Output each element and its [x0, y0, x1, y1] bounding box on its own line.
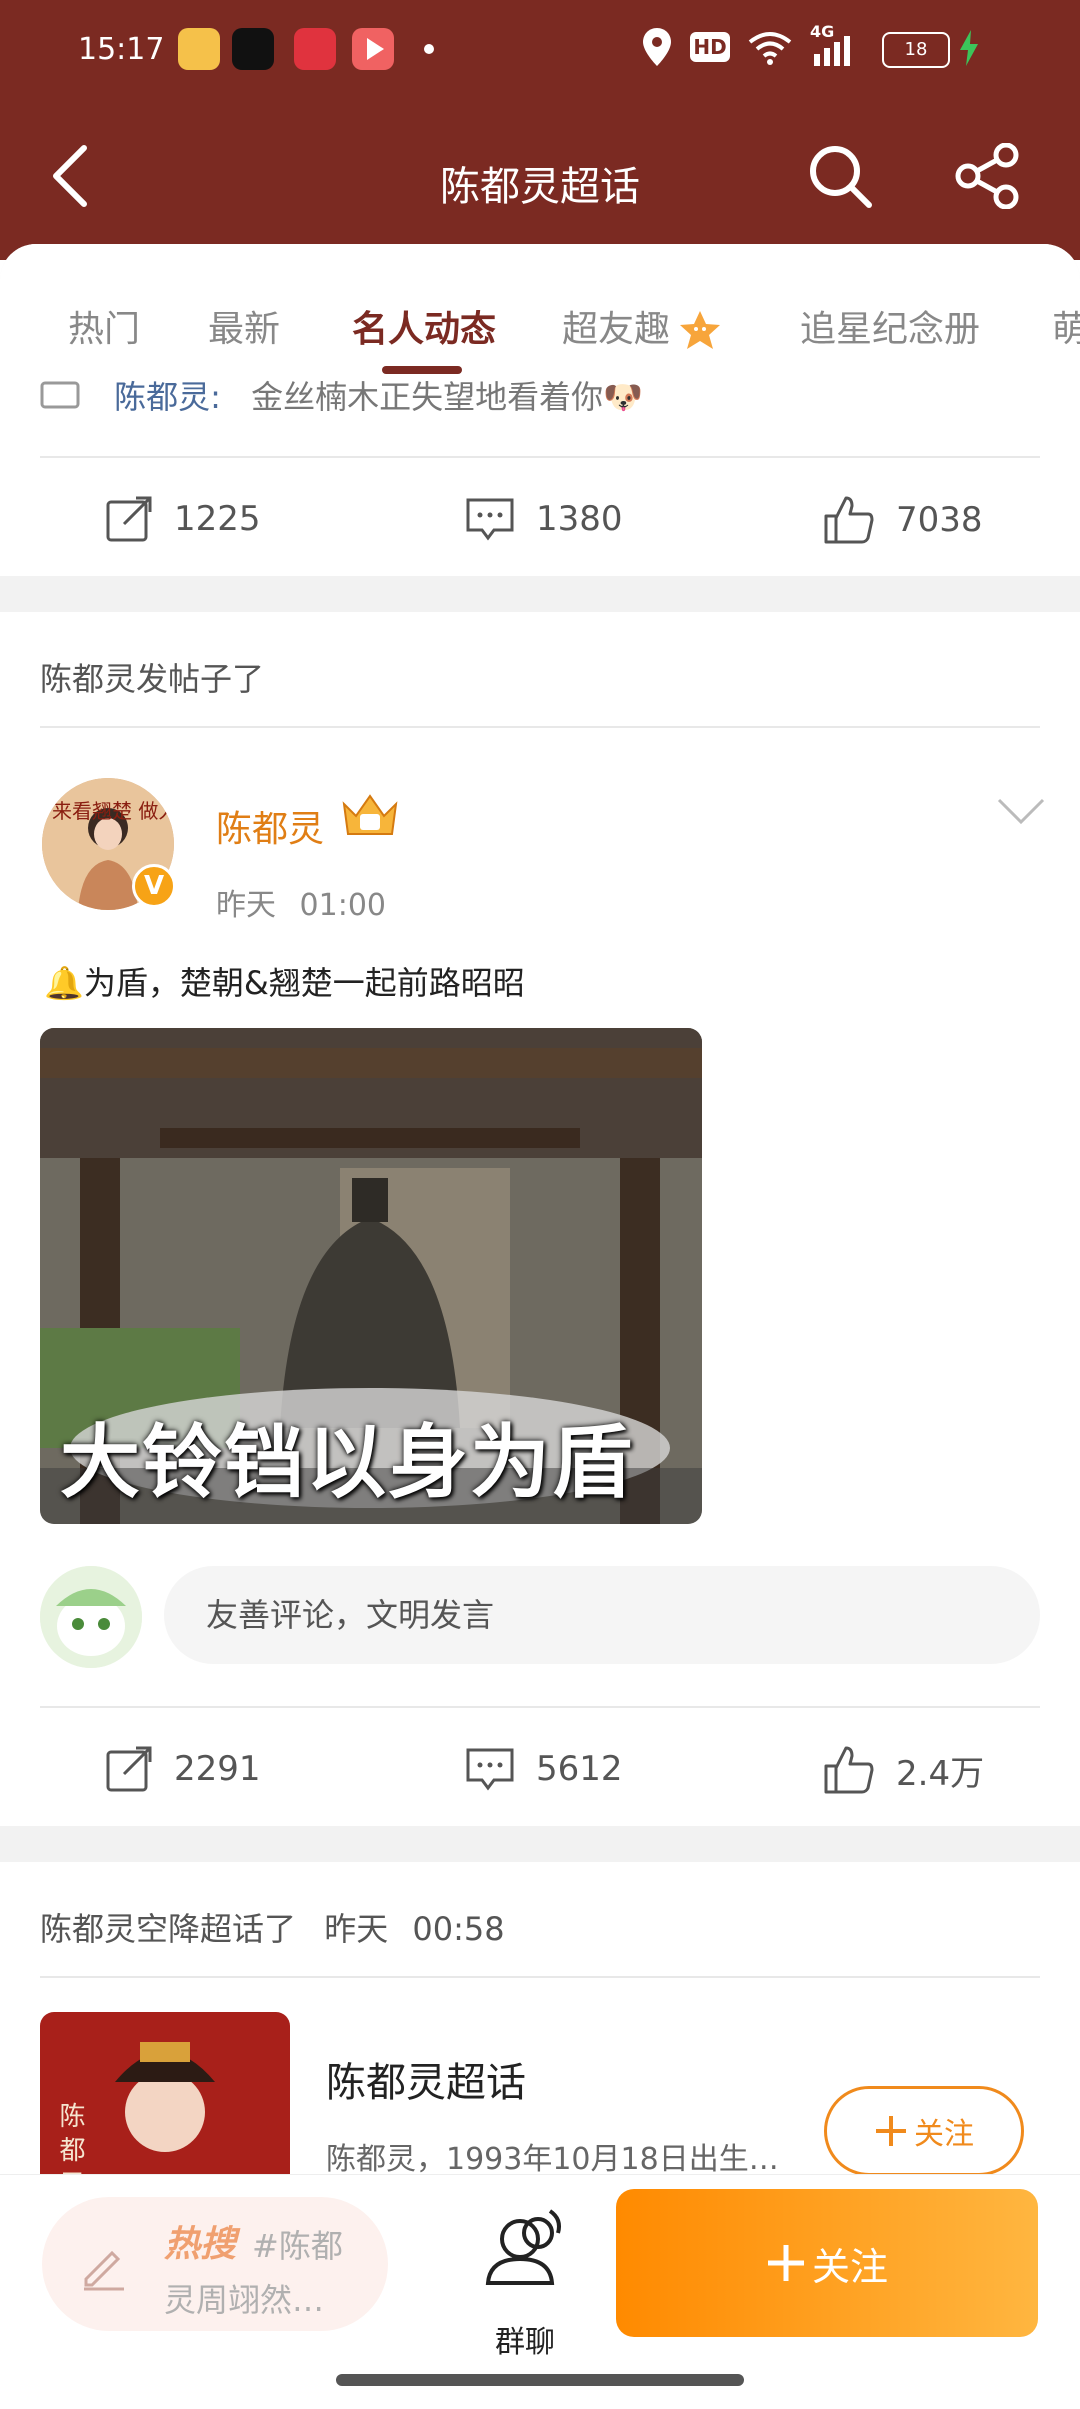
snippet-text: 金丝楠木正失望地看着你🐶	[251, 378, 643, 416]
like-action[interactable]: 2.4万	[822, 1744, 984, 1796]
post-image[interactable]: 大铃铛以身为盾	[40, 1028, 702, 1524]
post-time: 昨天 01:00	[216, 880, 386, 924]
post-text: 🔔为盾，楚朝&翘楚一起前路昭昭	[44, 964, 525, 1002]
topic-card-title[interactable]: 陈都灵超话	[326, 2050, 526, 2108]
topic-cover-text: 陈 都 灵	[55, 2102, 85, 2174]
post-username[interactable]: 陈都灵	[216, 800, 324, 852]
like-icon	[824, 496, 874, 544]
hot-search-tag-line1: #陈都	[252, 2227, 343, 2265]
notification-dot	[424, 44, 434, 54]
my-avatar[interactable]	[40, 1566, 142, 1668]
xiaohongshu-app-icon	[294, 28, 336, 70]
divider	[40, 1706, 1040, 1708]
plus-icon	[876, 2116, 906, 2146]
wifi-icon	[748, 32, 792, 65]
topic-section-text: 陈都灵空降超话了	[40, 1910, 297, 1948]
previous-post-snippet[interactable]: 陈都灵: 金丝楠木正失望地看着你🐶	[40, 372, 1040, 422]
charging-icon	[960, 30, 978, 66]
comment-bubble-icon	[40, 381, 80, 409]
home-indicator[interactable]	[336, 2374, 744, 2386]
pen-icon	[84, 2250, 124, 2291]
status-bar: 15:17 HD 4G 18	[0, 22, 1080, 76]
comment-count: 1380	[536, 499, 623, 539]
repost-action[interactable]: 2291	[104, 1744, 261, 1794]
verified-badge: V	[132, 864, 176, 908]
divider	[40, 456, 1040, 458]
like-count: 2.4万	[896, 1753, 985, 1794]
repost-icon	[106, 496, 152, 542]
group-chat-button[interactable]: 群聊	[470, 2193, 580, 2373]
comment-input[interactable]: 友善评论，文明发言	[164, 1566, 1040, 1664]
star-icon	[680, 311, 721, 349]
signal-icon: 4G	[810, 22, 858, 68]
tab-celebrity-updates[interactable]: 名人动态	[352, 300, 496, 352]
topic-section-title: 陈都灵空降超话了 昨天 00:58	[40, 1904, 505, 1950]
like-count: 7038	[896, 500, 983, 540]
post-time-day: 昨天	[216, 888, 276, 923]
search-icon	[810, 146, 872, 208]
battery-indicator: 18	[882, 32, 950, 68]
image-caption: 大铃铛以身为盾	[60, 1416, 634, 1509]
compose-box[interactable]: 热搜 #陈都 灵周翊然…	[42, 2197, 388, 2331]
top-header: 15:17 HD 4G 18 陈都灵超话	[0, 0, 1080, 260]
tab-super-fun-label: 超友趣	[562, 309, 671, 350]
verified-icon: V	[143, 871, 165, 901]
search-button[interactable]	[800, 136, 880, 216]
repost-count: 2291	[174, 1749, 261, 1789]
divider	[40, 1976, 1040, 1978]
snippet-author: 陈都灵:	[114, 378, 221, 416]
like-icon	[824, 1746, 874, 1794]
topic-time-clock: 00:58	[412, 1910, 505, 1948]
topic-follow-button[interactable]: 关注	[824, 2086, 1024, 2176]
location-icon	[643, 28, 671, 66]
tab-cute[interactable]: 萌	[1052, 300, 1080, 352]
repost-icon	[106, 1746, 152, 1792]
follow-button[interactable]: 关注	[616, 2189, 1038, 2337]
avatar-text: 来看翘楚 做人中	[52, 799, 174, 823]
comment-action[interactable]: 1380	[464, 494, 623, 544]
follow-label: 关注	[811, 2244, 888, 2289]
topic-card-desc: 陈都灵，1993年10月18日出生…	[326, 2142, 779, 2177]
tab-bar: 热门 最新 名人动态 超友趣 追星纪念册 萌	[0, 244, 1080, 374]
group-chat-icon	[485, 2209, 561, 2285]
tab-hot[interactable]: 热门	[68, 300, 140, 352]
weibo-app-icon	[178, 28, 220, 70]
hot-search-tag-line2: 灵周翊然…	[164, 2281, 325, 2319]
repost-count: 1225	[174, 499, 261, 539]
video-app-icon	[352, 28, 394, 70]
topic-cover-art: 陈 都 灵	[40, 2012, 290, 2174]
topic-time-day: 昨天	[324, 1910, 389, 1948]
navigation-bar: 陈都灵超话	[0, 120, 1080, 240]
like-action[interactable]: 7038	[822, 494, 983, 546]
topic-cover-image[interactable]: 陈 都 灵	[40, 2012, 290, 2174]
my-avatar-image	[40, 1566, 142, 1668]
repost-action[interactable]: 1225	[104, 494, 261, 544]
tab-super-fun[interactable]: 超友趣	[562, 300, 722, 353]
comment-icon	[466, 498, 514, 541]
tab-latest[interactable]: 最新	[208, 300, 280, 352]
status-time: 15:17	[78, 32, 165, 67]
network-label: 4G	[810, 22, 835, 41]
group-chat-label: 群聊	[495, 2325, 555, 2360]
tab-fan-album[interactable]: 追星纪念册	[800, 300, 980, 352]
crown-icon	[342, 794, 398, 835]
comment-icon	[466, 1748, 514, 1791]
plus-icon	[767, 2245, 804, 2281]
share-button[interactable]	[948, 136, 1028, 216]
comment-count: 5612	[536, 1749, 623, 1789]
topic-follow-label: 关注	[914, 2117, 974, 2152]
post-time-clock: 01:00	[299, 888, 387, 923]
hd-icon: HD	[690, 32, 730, 62]
comment-action[interactable]: 5612	[464, 1744, 623, 1794]
hot-search-label: 热搜	[164, 2224, 237, 2265]
post-section-title: 陈都灵发帖子了	[40, 660, 265, 698]
chevron-down-icon[interactable]	[996, 796, 1046, 826]
page-title: 陈都灵超话	[440, 164, 640, 210]
tiktok-app-icon	[232, 28, 274, 70]
divider	[40, 726, 1040, 728]
share-icon	[955, 143, 1019, 209]
